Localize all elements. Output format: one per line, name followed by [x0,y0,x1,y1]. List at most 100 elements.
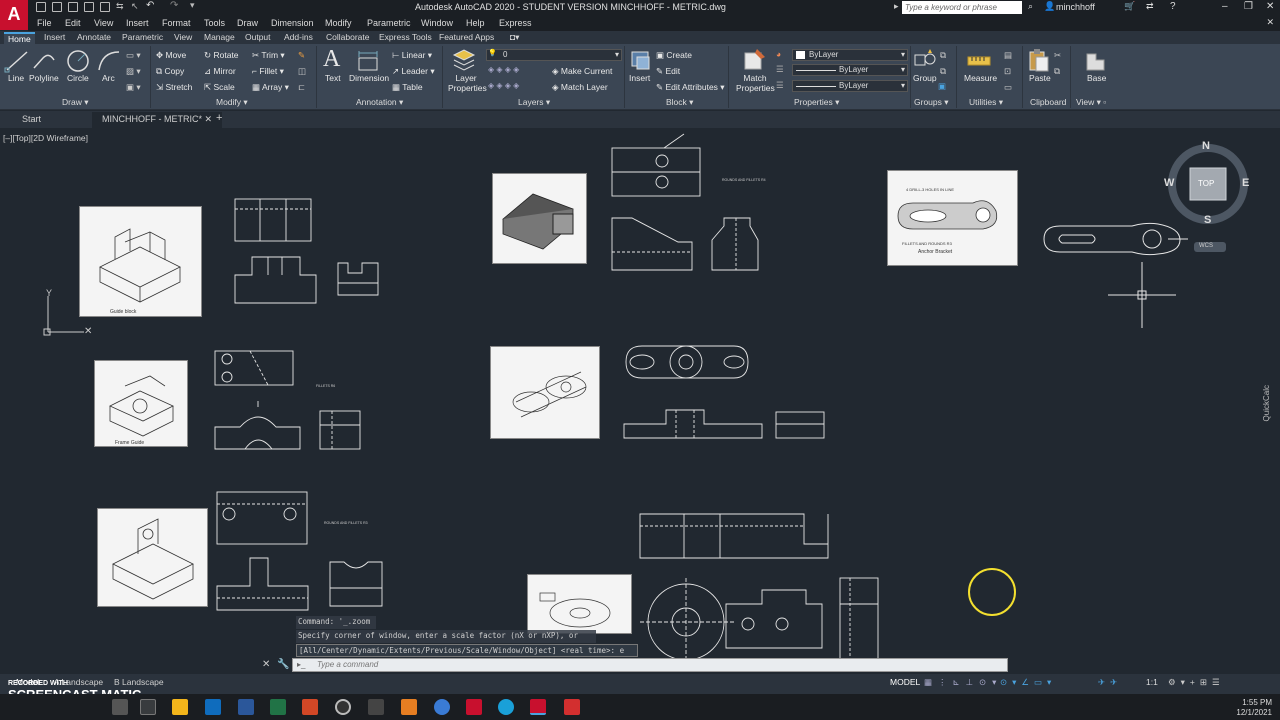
line-icon[interactable] [4,48,30,74]
autocad-taskbar-icon[interactable] [530,699,546,715]
measure-icon[interactable] [966,48,992,74]
line-label[interactable]: Line [8,73,24,83]
trim-button[interactable]: ✂ Trim ▾ [252,50,285,61]
viewcube-north[interactable]: N [1202,140,1210,152]
lineweight-dropdown[interactable]: ByLayer ▾ [792,80,908,92]
viewcube-top-face[interactable]: TOP [1198,179,1214,188]
group-icon[interactable] [912,47,938,73]
tab-insert[interactable]: Insert [44,32,65,42]
frame-guide-views[interactable]: FILLETS R6 [210,345,370,457]
tab-home[interactable]: Home [4,32,35,44]
file-app-icon[interactable] [401,699,417,715]
circle-label[interactable]: Circle [67,73,89,83]
quick-access-dropdown-icon[interactable]: ▾ [190,0,200,10]
command-input[interactable]: ▸_ Type a command [292,658,1008,672]
edit-attributes-button[interactable]: ✎ Edit Attributes ▾ [656,82,725,93]
minimize-button[interactable]: – [1222,1,1228,12]
utilities-panel-title[interactable]: Utilities ▾ [969,97,1003,108]
user-name[interactable]: minchhoff [1056,2,1095,12]
linear-button[interactable]: ⊢ Linear ▾ [392,50,432,61]
measure-label[interactable]: Measure [964,73,997,83]
block-panel-title[interactable]: Block ▾ [666,97,693,108]
tab-featured-apps[interactable]: Featured Apps [439,32,494,42]
help-icon[interactable]: ? [1170,1,1176,12]
outlook-icon[interactable] [205,699,221,715]
save-icon[interactable] [68,2,78,12]
tab-add-ins[interactable]: Add-ins [284,32,313,42]
viewcube-west[interactable]: W [1164,177,1174,189]
menu-draw[interactable]: Draw [237,18,258,28]
linkage-views[interactable] [616,334,836,444]
pointer-icon[interactable]: ↖ [131,1,141,11]
match-properties-label[interactable]: Match Properties [736,73,775,93]
workspace-icons[interactable]: ⚙▾+⊞☰ [1168,677,1225,688]
wcs-menu[interactable]: WCS [1199,243,1213,249]
viewport-controls[interactable]: [–][Top][2D Wireframe] [3,133,88,143]
rectangle-icon[interactable]: ▭ ▾ [126,50,141,61]
tab-manage[interactable]: Manage [204,32,235,42]
ribbon-options-icon[interactable]: ◘▾ [510,32,519,43]
quickcalc-palette[interactable]: QuickCalc [1262,385,1278,421]
match-layer-button[interactable]: ◈ Match Layer [552,82,608,93]
print-icon[interactable] [100,2,110,12]
powerpoint-icon[interactable] [302,699,318,715]
mirror-button[interactable]: ⊿ Mirror [204,66,236,77]
polyline-icon[interactable] [31,48,57,74]
move-button[interactable]: ✥ Move [156,50,186,61]
draw-panel-title[interactable]: Draw ▾ [62,97,88,108]
annotation-icons[interactable]: ✈✈ [1098,677,1122,688]
modify-panel-title[interactable]: Modify ▾ [216,97,248,108]
arc-label[interactable]: Arc [102,73,115,83]
insert-label[interactable]: Insert [629,73,650,83]
boundary-icon[interactable]: ▣ ▾ [126,82,141,93]
model-space-button[interactable]: MODEL [890,677,920,687]
scale-button[interactable]: ⇱ Scale [204,82,235,93]
tab-annotate[interactable]: Annotate [77,32,111,42]
copy-button[interactable]: ⧉ Copy [156,66,184,77]
tab-collaborate[interactable]: Collaborate [326,32,369,42]
customize-command-icon[interactable]: 🔧 [277,659,289,670]
open-file-icon[interactable] [52,2,62,12]
group-select-icon[interactable]: ▣ [938,81,946,92]
stretch-button[interactable]: ⇲ Stretch [156,82,192,93]
paste-icon[interactable] [1026,47,1052,73]
screencast-app-icon[interactable] [498,699,514,715]
base-label[interactable]: Base [1087,73,1106,83]
menu-close-icon[interactable]: ✕ [1266,17,1274,28]
angle-block-views[interactable]: ROUNDS AND FILLETS R4 [608,130,778,276]
menu-express[interactable]: Express [499,18,532,28]
fillet-button[interactable]: ⌐ Fillet ▾ [252,66,284,77]
array-button[interactable]: ▦ Array ▾ [252,82,289,93]
autocad-logo[interactable]: A [0,0,28,30]
close-tab-icon[interactable]: ✕ [205,114,213,124]
annotation-scale[interactable]: 1:1 [1146,677,1158,687]
copy-clip-icon[interactable]: ⧉ [1054,66,1060,77]
group-edit-icon[interactable]: ⧉ [940,66,946,77]
rotate-button[interactable]: ↻ Rotate [204,50,239,61]
groups-panel-title[interactable]: Groups ▾ [914,97,949,108]
excel-icon[interactable] [270,699,286,715]
drafting-toggles-icons[interactable]: ▦⋮⊾⊥⊙▾ [924,677,1002,688]
view-panel-title[interactable]: View ▾ ▫ [1076,97,1106,108]
table-button[interactable]: ▦ Table [392,82,423,93]
media-player-icon[interactable] [335,699,351,715]
explode-icon[interactable]: ◫ [298,66,306,77]
menu-dimension[interactable]: Dimension [271,18,314,28]
redo-icon[interactable]: ↷ [170,0,180,11]
text-label[interactable]: Text [325,73,341,83]
viewcube-south[interactable]: S [1204,214,1211,226]
layer-tools-icons-2[interactable]: ◈ ◈ ◈ ◈ [488,81,519,90]
offset-icon[interactable]: ⊏ [298,82,305,93]
word-icon[interactable] [238,699,254,715]
dimension-icon[interactable] [355,48,381,74]
layer-dropdown[interactable]: 0 ▾ [486,49,622,61]
match-properties-icon[interactable] [741,47,767,73]
bracket-image[interactable] [97,508,208,607]
menu-parametric[interactable]: Parametric [367,18,411,28]
menu-modify[interactable]: Modify [325,18,352,28]
new-file-icon[interactable] [36,2,46,12]
drawing-tab[interactable]: MINCHHOFF - METRIC* ✕ [92,112,223,128]
viewcube-east[interactable]: E [1242,177,1249,189]
linetype-dropdown[interactable]: ByLayer ▾ [792,64,908,76]
layer-properties-icon[interactable] [451,47,477,73]
